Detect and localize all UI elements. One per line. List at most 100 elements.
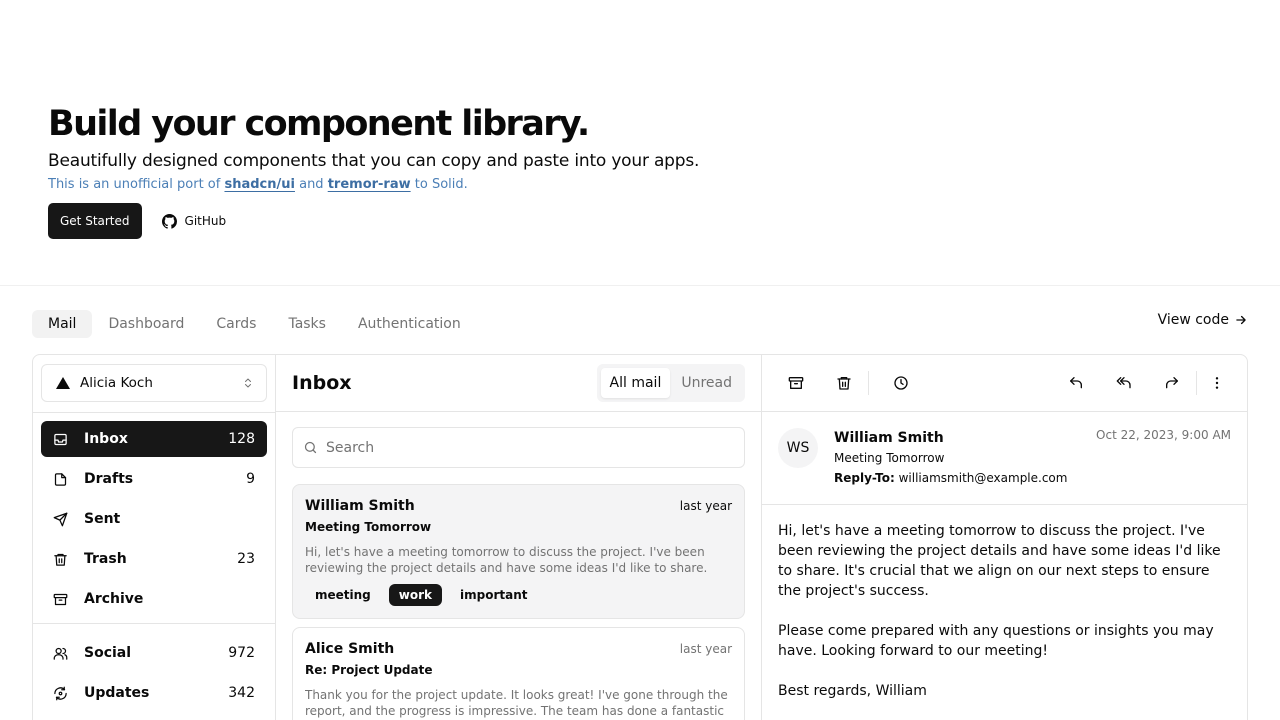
reply-to-address: williamsmith@example.com: [898, 471, 1068, 485]
trash-button[interactable]: [828, 367, 860, 399]
trash-icon: [836, 375, 852, 391]
hero-subtitle: Beautifully designed components that you…: [48, 151, 700, 171]
search-icon: [303, 440, 318, 455]
account-switcher[interactable]: Alicia Koch: [41, 364, 267, 402]
account-name: Alicia Koch: [80, 375, 153, 391]
toolbar-divider: [868, 371, 869, 395]
reply-icon: [1068, 375, 1084, 391]
sidebar-item-count: 9: [246, 471, 255, 487]
search-box: [292, 427, 745, 468]
message-header: WS William Smith Meeting Tomorrow Reply-…: [762, 412, 1247, 505]
message-sender: William Smith: [834, 430, 944, 446]
archive-icon: [53, 592, 68, 607]
more-button[interactable]: [1201, 367, 1233, 399]
tab-dashboard[interactable]: Dashboard: [92, 310, 200, 338]
mail-nav: Inbox 128 Drafts 9 Sent Trash 23 Archive: [33, 413, 275, 711]
github-icon: [161, 213, 177, 229]
forward-button[interactable]: [1156, 367, 1188, 399]
tab-cards[interactable]: Cards: [200, 310, 272, 338]
tab-mail[interactable]: Mail: [32, 310, 93, 338]
inbox-header: Inbox All mail Unread: [276, 355, 761, 412]
mail-list-item[interactable]: Alice Smith last year Re: Project Update…: [292, 627, 745, 720]
mail-subject: Meeting Tomorrow: [305, 520, 432, 534]
view-code-link[interactable]: View code: [1158, 310, 1248, 330]
reply-button[interactable]: [1060, 367, 1092, 399]
tab-authentication[interactable]: Authentication: [342, 310, 477, 338]
sidebar-item-label: Sent: [84, 511, 121, 527]
sidebar-item-label: Inbox: [84, 431, 128, 447]
tag-badge: work: [388, 584, 442, 606]
mail-list-item[interactable]: William Smith last year Meeting Tomorrow…: [292, 484, 745, 619]
note-mid: and: [294, 177, 328, 192]
mail-sidebar: Alicia Koch Inbox 128 Drafts 9 Sent Tras…: [33, 355, 276, 720]
section-divider: [0, 285, 1280, 286]
sidebar-item-social[interactable]: Social 972: [41, 635, 267, 671]
nav-divider: [33, 623, 275, 624]
hero: Build your component library. Beautifull…: [48, 100, 948, 239]
avatar: WS: [778, 428, 818, 468]
forward-icon: [1164, 375, 1180, 391]
note-suffix: to Solid.: [410, 177, 468, 192]
sidebar-item-updates[interactable]: Updates 342: [41, 675, 267, 711]
mail-display: WS William Smith Meeting Tomorrow Reply-…: [762, 355, 1247, 720]
sidebar-item-sent[interactable]: Sent: [41, 501, 267, 537]
archive-button[interactable]: [780, 367, 812, 399]
mail-date: last year: [679, 642, 732, 656]
reply-all-icon: [1116, 375, 1132, 391]
example-tabs: Mail Dashboard Cards Tasks Authenticatio…: [32, 310, 477, 338]
get-started-button[interactable]: Get Started: [48, 203, 142, 239]
message-date: Oct 22, 2023, 9:00 AM: [1096, 428, 1231, 442]
github-button[interactable]: GitHub: [152, 203, 237, 239]
toolbar-divider: [1196, 371, 1197, 395]
hero-note: This is an unofficial port of shadcn/ui …: [48, 175, 948, 195]
reply-all-button[interactable]: [1108, 367, 1140, 399]
sidebar-item-label: Drafts: [84, 471, 134, 487]
sidebar-item-count: 342: [228, 685, 255, 701]
arrow-right-icon: [1234, 313, 1248, 327]
sidebar-item-count: 23: [237, 551, 255, 567]
sidebar-item-label: Social: [84, 645, 132, 661]
sidebar-item-count: 128: [228, 431, 255, 447]
view-code-label: View code: [1157, 312, 1229, 328]
sidebar-item-label: Trash: [84, 551, 127, 567]
refresh-icon: [53, 686, 68, 701]
tag-badge: meeting: [315, 588, 371, 602]
sidebar-item-drafts[interactable]: Drafts 9: [41, 461, 267, 497]
mail-item-header: William Smith last year: [305, 498, 732, 514]
mail-sender: Alice Smith: [305, 641, 395, 657]
sidebar-item-inbox[interactable]: Inbox 128: [41, 421, 267, 457]
users-icon: [53, 646, 68, 661]
snooze-button[interactable]: [885, 367, 917, 399]
mail-sender: William Smith: [305, 498, 415, 514]
sidebar-item-count: 972: [228, 645, 255, 661]
mail-preview: Hi, let's have a meeting tomorrow to dis…: [305, 545, 708, 575]
message-subject: Meeting Tomorrow: [834, 451, 945, 465]
sidebar-item-archive[interactable]: Archive: [41, 581, 267, 617]
mail-list-panel: Inbox All mail Unread William Smith last…: [276, 355, 762, 720]
message-reply-to: Reply-To: williamsmith@example.com: [834, 470, 1096, 486]
mail-filter-toggle: All mail Unread: [596, 364, 745, 402]
tab-tasks[interactable]: Tasks: [272, 310, 342, 338]
clock-icon: [893, 375, 909, 391]
mail-item-header: Alice Smith last year: [305, 641, 732, 657]
sidebar-item-trash[interactable]: Trash 23: [41, 541, 267, 577]
sidebar-item-label: Updates: [84, 685, 150, 701]
archive-icon: [788, 375, 804, 391]
tag-badge: important: [460, 588, 528, 602]
mail-preview: Thank you for the project update. It loo…: [305, 688, 728, 718]
sidebar-item-label: Archive: [84, 591, 144, 607]
github-label: GitHub: [184, 214, 227, 228]
search-input[interactable]: [326, 439, 734, 456]
mail-date: last year: [679, 499, 732, 513]
tremor-link[interactable]: tremor-raw: [328, 177, 411, 192]
triangle-logo-icon: [56, 377, 70, 389]
shadcn-link[interactable]: shadcn/ui: [224, 177, 295, 192]
message-meta: William Smith Meeting Tomorrow Reply-To:…: [834, 428, 1096, 488]
tab-unread[interactable]: Unread: [672, 368, 741, 398]
file-icon: [53, 472, 68, 487]
mail-list: William Smith last year Meeting Tomorrow…: [276, 468, 761, 720]
note-prefix: This is an unofficial port of: [48, 177, 225, 192]
tab-all-mail[interactable]: All mail: [600, 368, 671, 398]
inbox-title: Inbox: [292, 372, 352, 394]
hero-actions: Get Started GitHub: [48, 203, 948, 239]
